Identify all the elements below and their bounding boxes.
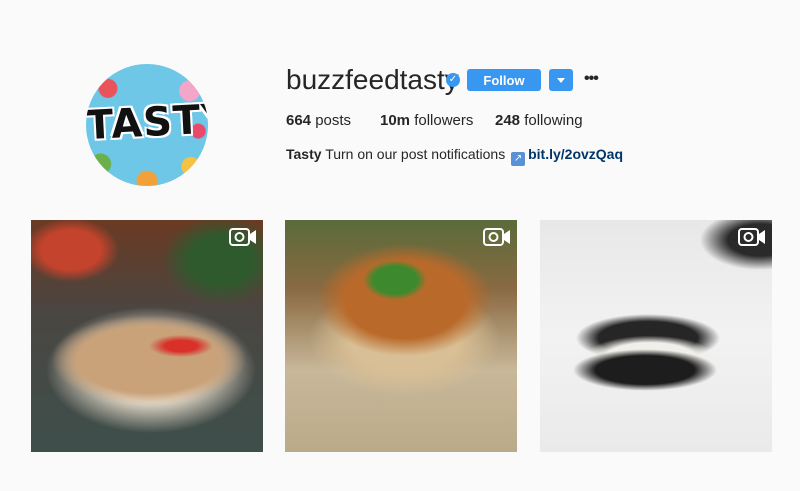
posts-label: posts <box>315 112 352 129</box>
follow-button[interactable]: Follow <box>467 69 541 91</box>
profile-username: buzzfeedtasty <box>286 64 459 95</box>
stat-following[interactable]: 248 following <box>495 112 583 129</box>
following-label: following <box>524 112 583 129</box>
profile-avatar[interactable]: TASTY <box>86 64 208 186</box>
post-thumbnail[interactable] <box>285 220 517 452</box>
verified-badge-icon: ✓ <box>446 73 460 87</box>
more-options-button[interactable]: ••• <box>584 68 600 90</box>
post-thumbnail[interactable] <box>31 220 263 452</box>
avatar-logo-text: TASTY <box>86 95 208 150</box>
bio-text: Turn on our post notifications <box>325 146 506 162</box>
chevron-down-icon <box>557 77 565 83</box>
bio-name: Tasty <box>286 146 322 162</box>
video-camera-icon <box>738 228 765 246</box>
video-camera-icon <box>483 228 510 246</box>
followers-label: followers <box>414 112 474 129</box>
posts-count: 664 <box>286 112 312 129</box>
profile-bio: Tasty Turn on our post notifications ↗ bi… <box>286 145 623 166</box>
stat-posts: 664 posts <box>286 112 351 129</box>
bio-link[interactable]: bit.ly/2ovzQaq <box>528 146 623 162</box>
arrow-up-right-icon: ↗ <box>511 152 526 166</box>
following-count: 248 <box>495 112 521 129</box>
post-thumbnail[interactable] <box>540 220 772 452</box>
suggestions-dropdown-button[interactable] <box>549 69 573 91</box>
stat-followers[interactable]: 10m followers <box>380 112 473 129</box>
followers-count: 10m <box>380 112 411 129</box>
video-camera-icon <box>229 228 256 246</box>
